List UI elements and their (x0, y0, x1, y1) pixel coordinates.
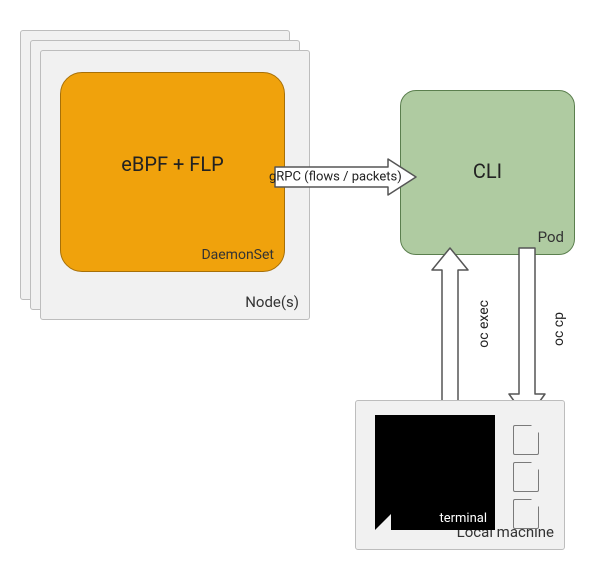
daemonset-label: DaemonSet (201, 247, 274, 263)
arrow-up-down-icon (432, 248, 468, 424)
oc-exec-arrow (428, 246, 472, 426)
oc-cp-label: oc cp (551, 312, 567, 346)
daemonset-title: eBPF + FLP (61, 152, 284, 176)
pod-box: CLI Pod (400, 90, 575, 255)
nodes-label: Node(s) (245, 293, 299, 311)
terminal-box: terminal (375, 415, 495, 530)
oc-cp-arrow (507, 246, 547, 421)
terminal-label: terminal (439, 511, 487, 526)
pod-title: CLI (401, 159, 574, 183)
file-icon (513, 462, 539, 492)
oc-exec-label: oc exec (476, 300, 492, 348)
arrow-down-icon (509, 248, 545, 419)
file-icon (513, 499, 539, 529)
grpc-label: gRPC (flows / packets) (269, 170, 402, 185)
grpc-arrow: gRPC (flows / packets) (273, 157, 418, 197)
daemonset-box: eBPF + FLP DaemonSet (60, 72, 285, 272)
pod-label: Pod (538, 228, 564, 246)
file-icon (513, 425, 539, 455)
